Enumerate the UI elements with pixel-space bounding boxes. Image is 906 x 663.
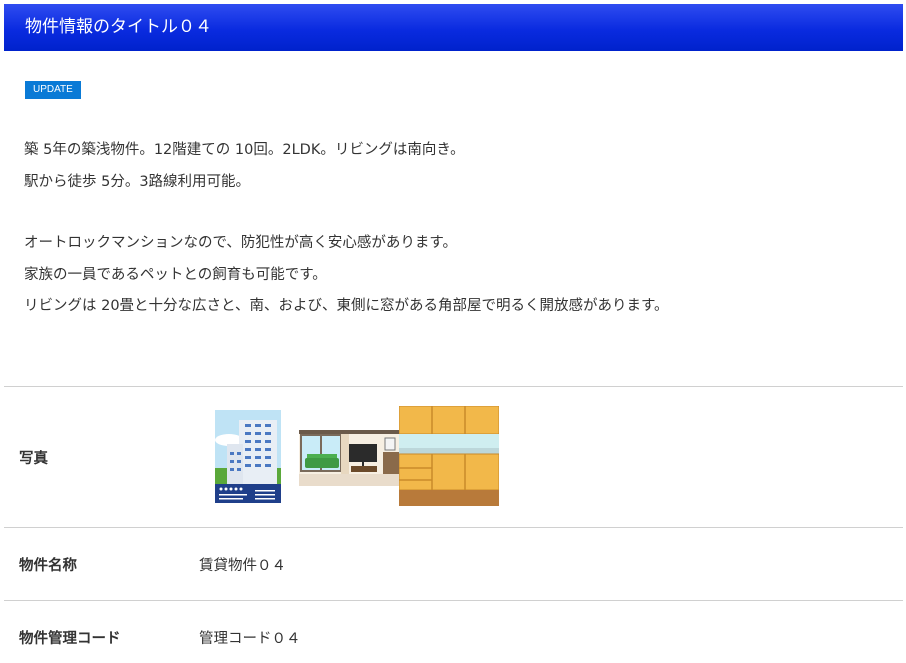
property-description: 築 5年の築浅物件。12階建ての 10回。2LDK。リビングは南向き。 駅から徒… [24, 135, 669, 323]
property-title-bar: 物件情報のタイトル０４ [4, 4, 903, 51]
divider [4, 386, 903, 387]
property-title: 物件情報のタイトル０４ [25, 17, 212, 37]
description-line: リビングは 20畳と十分な広さと、南、および、東側に窓がある角部屋で明るく開放感… [24, 298, 669, 314]
apartment-building-flyer-icon[interactable] [215, 410, 281, 503]
divider [4, 600, 903, 601]
description-line: 駅から徒歩 5分。3路線利用可能。 [24, 173, 251, 190]
description-line: 築 5年の築浅物件。12階建ての 10回。2LDK。リビングは南向き。 [24, 142, 465, 158]
property-code-value: 管理コード０４ [199, 631, 301, 647]
living-room-icon[interactable] [299, 430, 399, 486]
kitchen-cabinets-icon[interactable] [399, 406, 499, 506]
description-line: オートロックマンションなので、防犯性が高く安心感があります。 [24, 235, 457, 251]
property-name-value: 賃貸物件０４ [199, 558, 286, 574]
divider [4, 527, 903, 528]
update-badge: UPDATE [25, 81, 81, 99]
description-line: 家族の一員であるペットとの飼育も可能です。 [24, 266, 327, 283]
photo-label: 写真 [19, 451, 48, 467]
property-name-label: 物件名称 [19, 558, 77, 574]
property-code-label: 物件管理コード [19, 631, 121, 647]
